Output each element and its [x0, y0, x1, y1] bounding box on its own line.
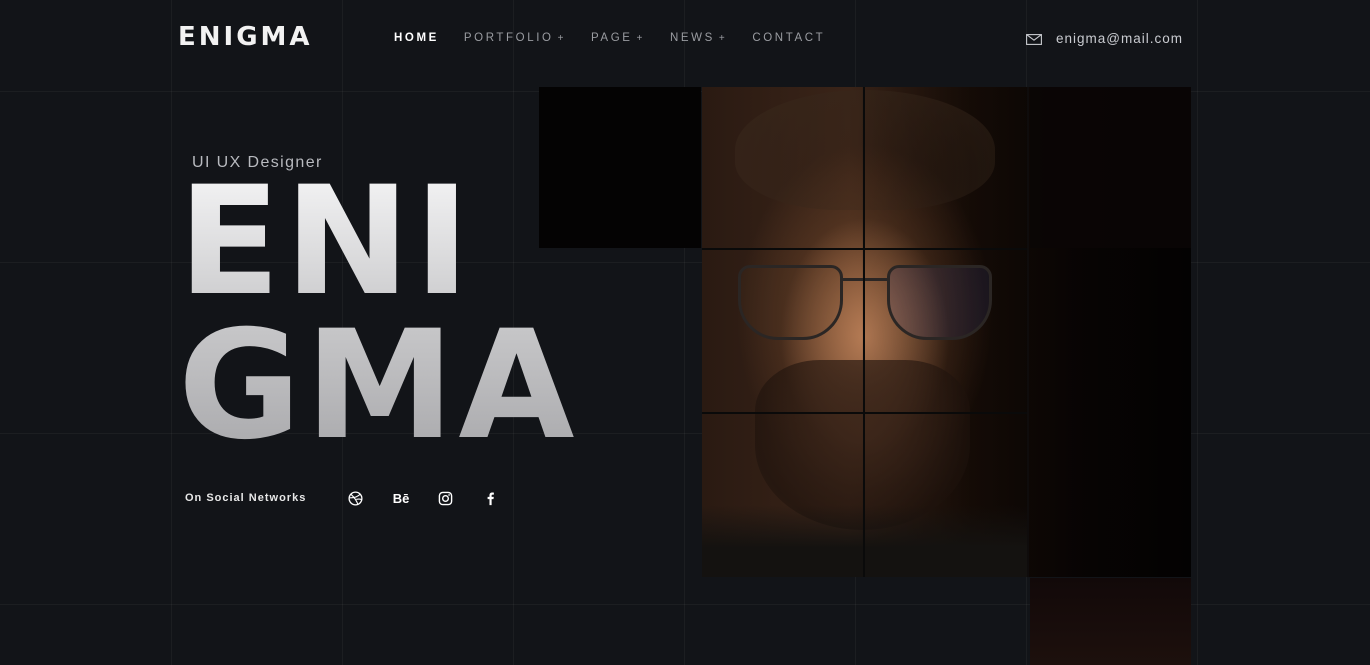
email-link[interactable]: enigma@mail.com [1026, 31, 1183, 46]
nav-news[interactable]: NEWS + [670, 32, 727, 44]
submenu-plus-icon: + [718, 33, 728, 44]
submenu-plus-icon: + [636, 33, 645, 44]
email-address: enigma@mail.com [1056, 31, 1183, 46]
facebook-icon [487, 492, 494, 505]
nav-contact[interactable]: CONTACT [752, 32, 825, 44]
glasses-lens-right [887, 265, 992, 340]
facebook-link[interactable] [481, 489, 499, 507]
nav-home[interactable]: HOME [394, 32, 439, 44]
tile-divider [702, 248, 1027, 250]
dribbble-icon [347, 490, 363, 506]
portrait-tile [1030, 578, 1191, 665]
main-nav: HOME PORTFOLIO + PAGE + NEWS + CONTACT [394, 32, 850, 44]
nav-portfolio[interactable]: PORTFOLIO + [464, 32, 566, 44]
nav-contact-label: CONTACT [752, 32, 826, 44]
portrait-tile [1030, 87, 1191, 248]
behance-link[interactable]: Bē [391, 489, 411, 507]
nav-news-label: NEWS [669, 32, 715, 44]
hero-title-line2: GMA [178, 299, 579, 473]
glasses-bridge [843, 278, 888, 281]
grid-line [171, 0, 172, 665]
nav-portfolio-label: PORTFOLIO [463, 32, 554, 44]
envelope-icon [1026, 34, 1042, 45]
tile-divider [702, 412, 1027, 414]
hero-title: ENI GMA [178, 170, 578, 458]
tile-divider [1027, 87, 1029, 577]
instagram-link[interactable] [436, 489, 454, 507]
nav-page[interactable]: PAGE + [591, 32, 645, 44]
nav-home-label: HOME [394, 32, 439, 44]
tile-divider [863, 87, 865, 577]
behance-icon: Bē [392, 490, 410, 506]
grid-line [1197, 0, 1198, 665]
nav-page-label: PAGE [591, 32, 633, 44]
dribbble-link[interactable] [346, 489, 364, 507]
submenu-plus-icon: + [557, 33, 567, 44]
glasses-lens-left [738, 265, 843, 340]
hero-title-line1: ENI [178, 155, 474, 329]
site-logo[interactable]: ENIGMA [178, 22, 313, 52]
instagram-icon [438, 491, 452, 505]
social-label: On Social Networks [185, 492, 307, 504]
